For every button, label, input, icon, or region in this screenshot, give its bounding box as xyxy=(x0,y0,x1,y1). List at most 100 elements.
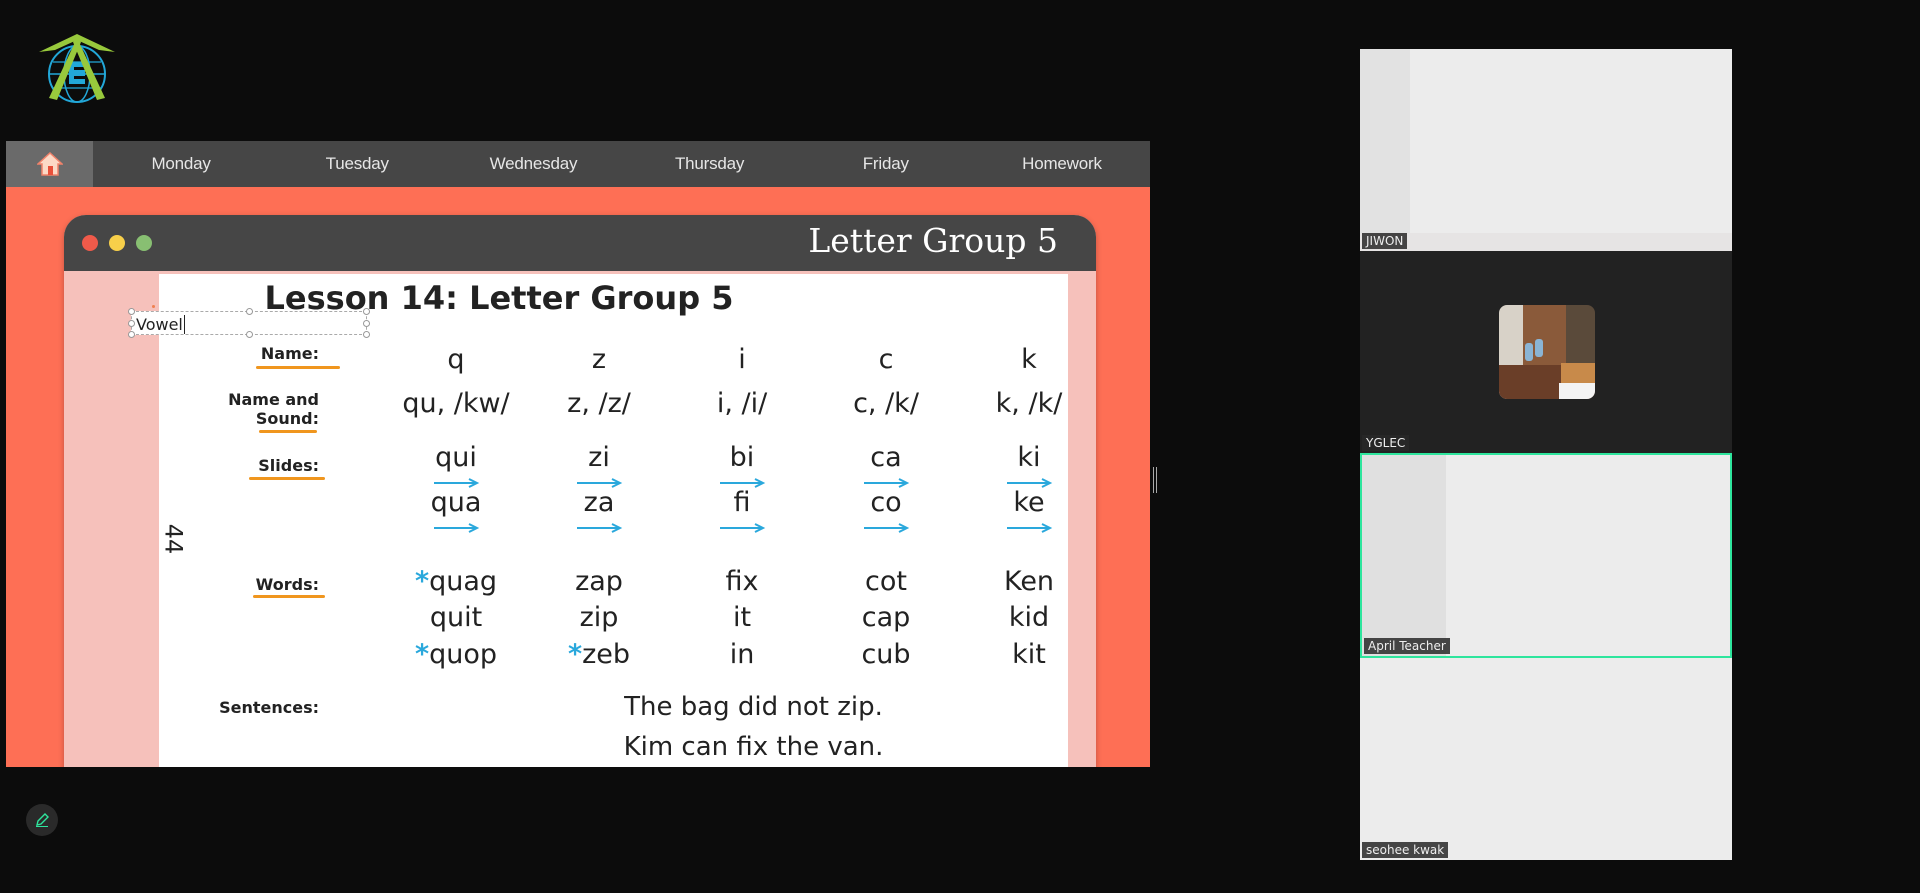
word-cell: quit xyxy=(386,602,526,633)
slide-cell: qui xyxy=(386,442,526,473)
slide-cell: fi xyxy=(672,487,812,518)
home-icon xyxy=(36,152,63,176)
cell-text: k xyxy=(1021,344,1037,375)
cell-text: c xyxy=(878,344,894,375)
resize-handle[interactable] xyxy=(128,331,135,338)
participant-name: YGLEC xyxy=(1362,435,1410,451)
underline-mark xyxy=(249,477,325,480)
word-cell: cap xyxy=(816,602,956,633)
name-sound-cell: i, /i/ xyxy=(672,388,812,419)
underline-mark xyxy=(259,430,317,433)
cell-text: cap xyxy=(861,602,911,633)
annotate-button[interactable] xyxy=(26,804,58,836)
slide-cell: co xyxy=(816,487,956,518)
word-cell: zap xyxy=(529,566,669,597)
nav-homework[interactable]: Homework xyxy=(974,141,1150,187)
resize-handle[interactable] xyxy=(128,320,135,327)
name-cell: i xyxy=(672,344,812,375)
yellow-dot-icon xyxy=(109,235,125,251)
cell-text: q xyxy=(447,344,465,375)
home-button[interactable] xyxy=(6,141,93,187)
cell-text: Ken xyxy=(1003,566,1055,597)
cell-text: z, /z/ xyxy=(567,388,631,419)
slide-window: Letter Group 5 Lesson 14: Letter Group 5… xyxy=(64,215,1096,767)
cell-text: quag xyxy=(429,566,498,597)
star-icon: * xyxy=(414,566,430,597)
underline-mark xyxy=(256,366,340,369)
nav-monday[interactable]: Monday xyxy=(93,141,269,187)
video-feed xyxy=(1360,233,1732,251)
sentence-2: Kim can fix the van. xyxy=(623,732,884,762)
name-cell: z xyxy=(529,344,669,375)
resize-handle[interactable] xyxy=(363,308,370,315)
cell-text: ke xyxy=(1013,487,1045,518)
cell-text: kit xyxy=(1012,639,1046,670)
cell-text: in xyxy=(729,639,755,670)
cell-text: ki xyxy=(1017,442,1041,473)
name-cell: k xyxy=(959,344,1096,375)
word-cell: cub xyxy=(816,639,956,670)
name-cell: c xyxy=(816,344,956,375)
cell-text: cub xyxy=(861,639,911,670)
logo xyxy=(39,34,115,103)
resize-handle[interactable] xyxy=(363,320,370,327)
nav-thursday[interactable]: Thursday xyxy=(622,141,798,187)
slide-stage: Letter Group 5 Lesson 14: Letter Group 5… xyxy=(6,187,1150,767)
lesson-page: Lesson 14: Letter Group 5 Name: Name and… xyxy=(159,274,1068,767)
red-dot-icon xyxy=(82,235,98,251)
word-cell: *quag xyxy=(386,566,526,597)
name-cell: q xyxy=(386,344,526,375)
label-name-sound-1: Name and xyxy=(228,390,319,409)
label-name: Name: xyxy=(260,344,319,363)
vowel-text-box[interactable]: Vowel xyxy=(128,308,370,338)
panel-resize-handle[interactable] xyxy=(1153,467,1157,493)
arrow-right-icon xyxy=(720,523,766,533)
word-cell: in xyxy=(672,639,812,670)
cell-text: qu, /kw/ xyxy=(402,388,510,419)
cell-text: qua xyxy=(430,487,482,518)
participant-tile-jiwon[interactable]: JIWON xyxy=(1360,49,1732,251)
name-sound-cell: qu, /kw/ xyxy=(386,388,526,419)
word-cell: kit xyxy=(959,639,1096,670)
cell-text: cot xyxy=(865,566,907,597)
slide-cell: zi xyxy=(529,442,669,473)
cell-text: qui xyxy=(435,442,477,473)
video-feed xyxy=(1362,455,1446,656)
star-icon: * xyxy=(567,639,583,670)
cell-text: fi xyxy=(733,487,751,518)
participant-tile-april-teacher[interactable]: April Teacher xyxy=(1360,453,1732,658)
cell-text: zi xyxy=(588,442,610,473)
word-cell: kid xyxy=(959,602,1096,633)
resize-handle[interactable] xyxy=(363,331,370,338)
name-sound-cell: c, /k/ xyxy=(816,388,956,419)
word-cell: *quop xyxy=(386,639,526,670)
word-cell: cot xyxy=(816,566,956,597)
word-cell: it xyxy=(672,602,812,633)
word-cell: fix xyxy=(672,566,812,597)
cell-text: zip xyxy=(579,602,619,633)
resize-handle[interactable] xyxy=(246,331,253,338)
nav-tuesday[interactable]: Tuesday xyxy=(269,141,445,187)
name-sound-cell: k, /k/ xyxy=(959,388,1096,419)
resize-handle[interactable] xyxy=(246,308,253,315)
cell-text: kid xyxy=(1008,602,1050,633)
slide-cell: ca xyxy=(816,442,956,473)
arrow-right-icon xyxy=(577,523,623,533)
slide-cell: za xyxy=(529,487,669,518)
participant-tile-yglec[interactable]: YGLEC xyxy=(1360,251,1732,453)
text-box-value: Vowel xyxy=(136,315,183,334)
word-cell: *zeb xyxy=(529,639,669,670)
green-dot-icon xyxy=(136,235,152,251)
slide-title-bar: Letter Group 5 xyxy=(64,215,1096,271)
ink-dot xyxy=(152,305,155,308)
cell-text: co xyxy=(870,487,902,518)
arrow-right-icon xyxy=(1007,523,1053,533)
video-feed xyxy=(1360,49,1410,251)
resize-handle[interactable] xyxy=(128,308,135,315)
participant-tile-seohee-kwak[interactable]: seohee kwak xyxy=(1360,658,1732,860)
page-number: 44 xyxy=(159,523,188,555)
nav-wednesday[interactable]: Wednesday xyxy=(445,141,621,187)
slide-cell: ke xyxy=(959,487,1096,518)
nav-friday[interactable]: Friday xyxy=(798,141,974,187)
window-title: Letter Group 5 xyxy=(808,221,1058,260)
